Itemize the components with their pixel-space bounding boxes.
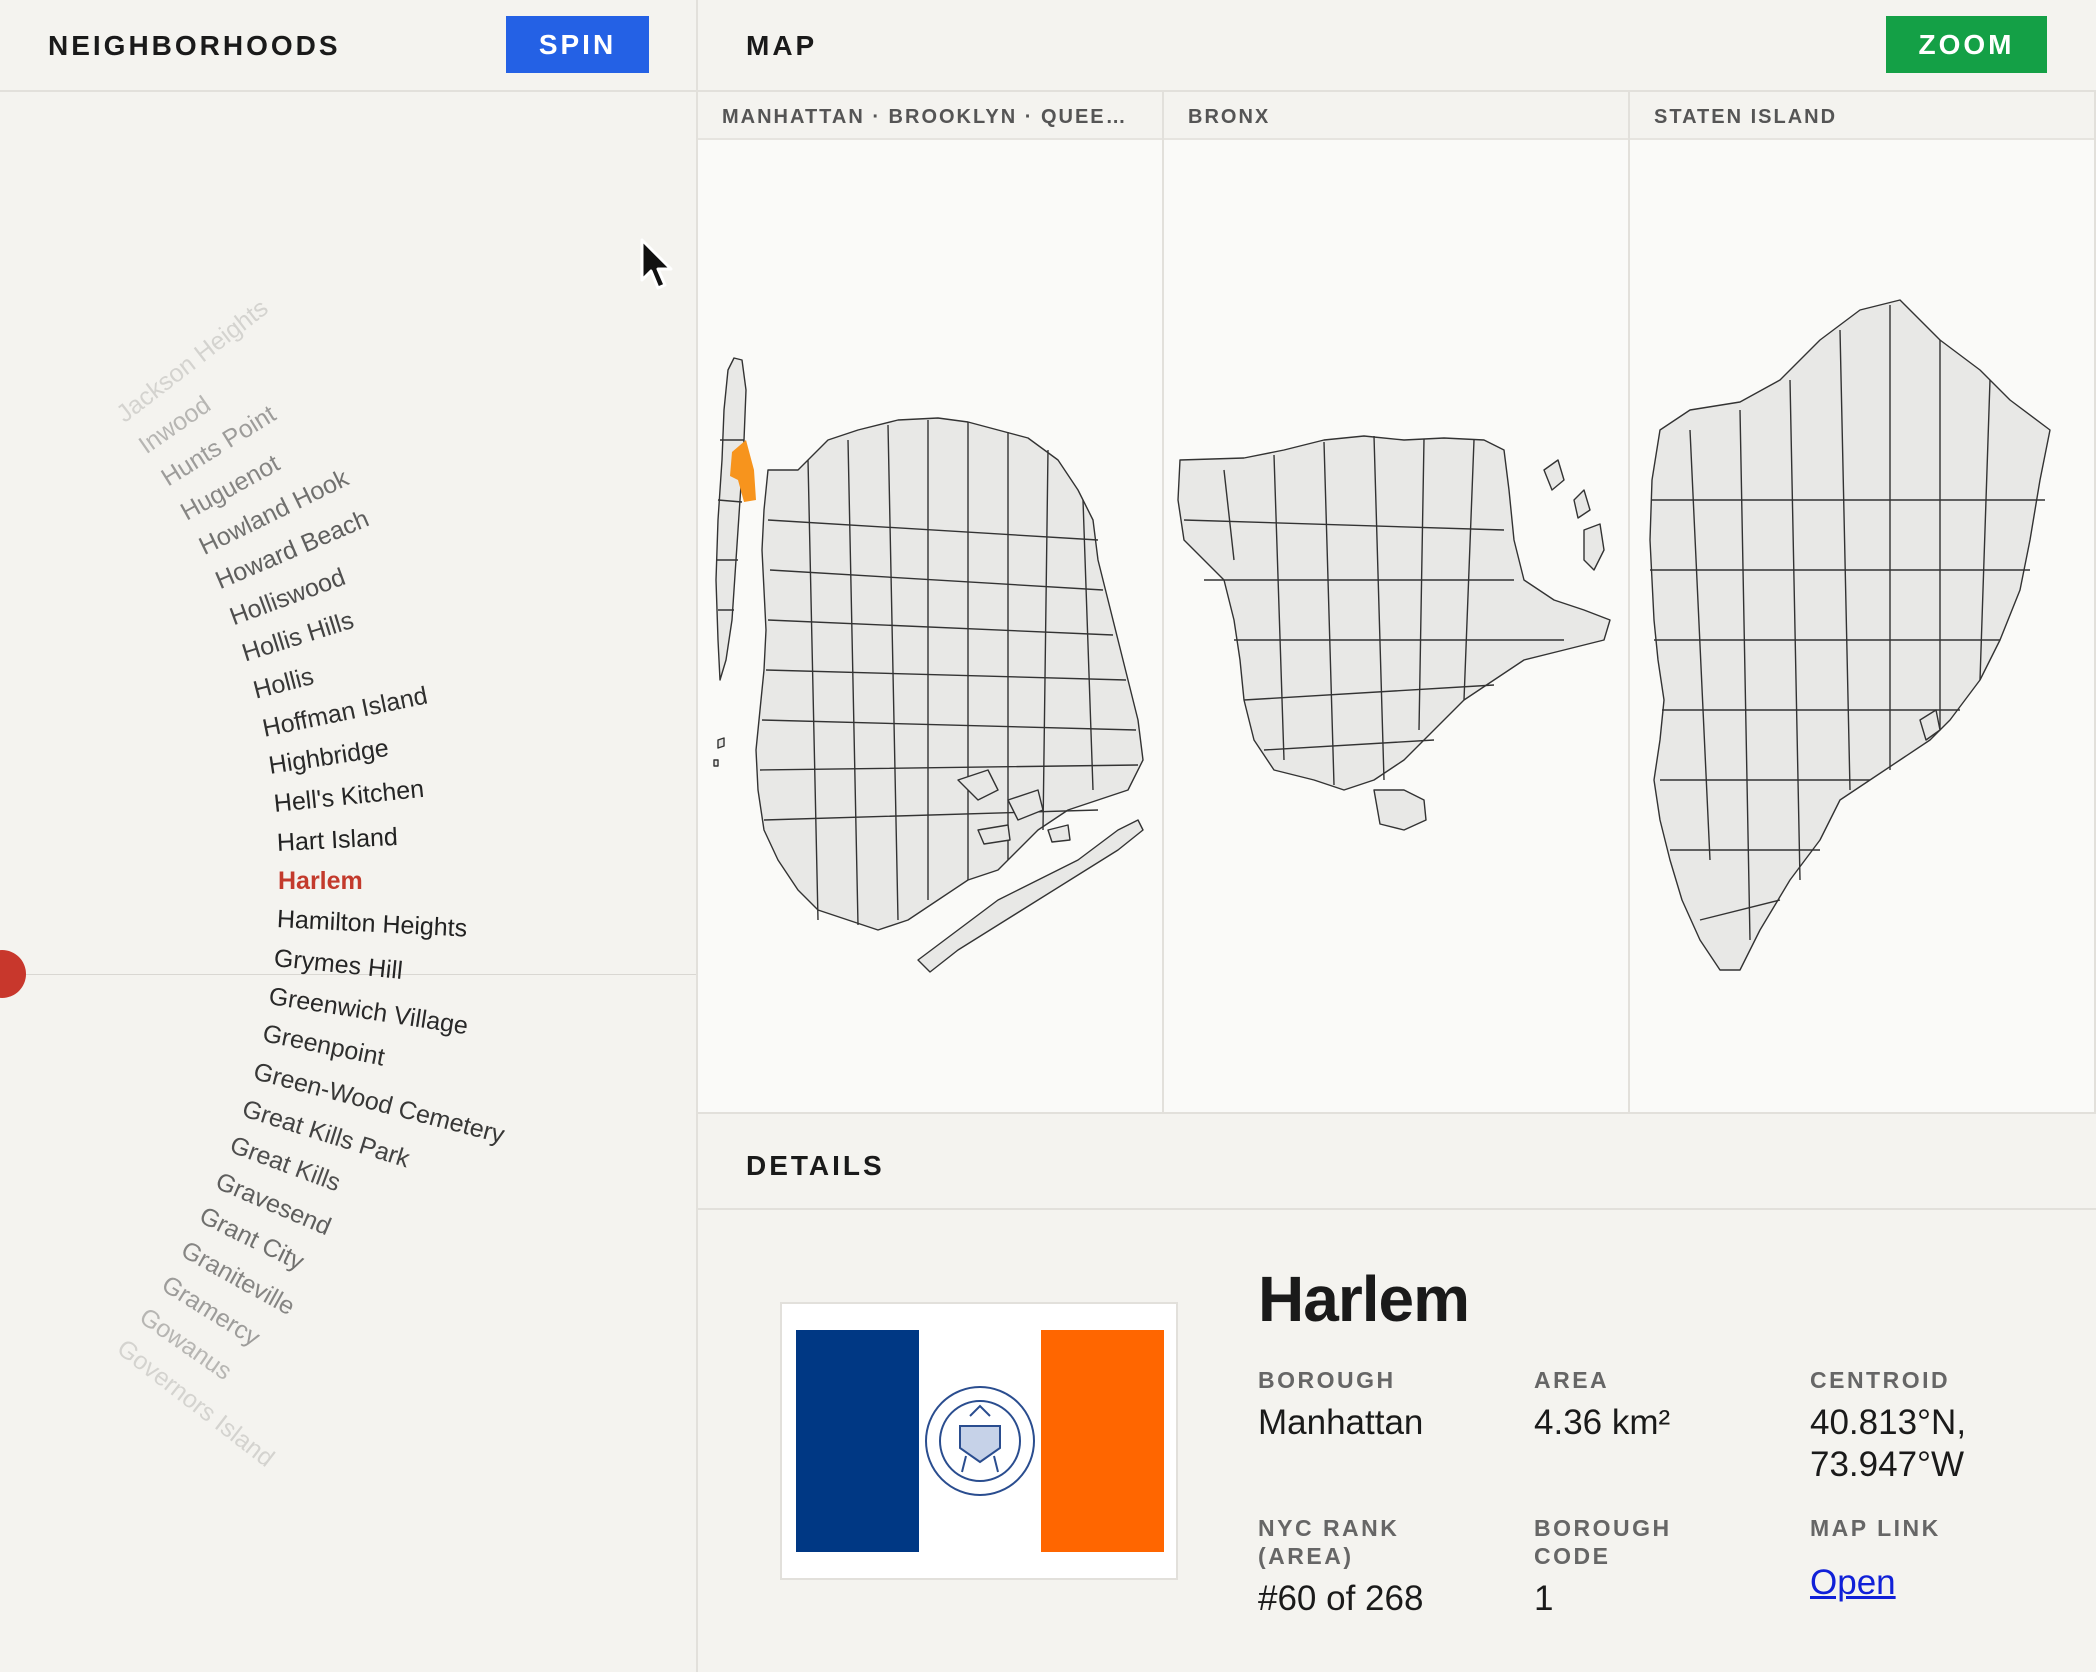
wheel-item[interactable]: Grymes Hill xyxy=(273,944,404,986)
map-link-open[interactable]: Open xyxy=(1810,1563,1896,1602)
details-title: DETAILS xyxy=(746,1150,885,1181)
map-panel-staten-island[interactable]: STATEN ISLAND xyxy=(1630,92,2096,1112)
wheel-item[interactable]: Highbridge xyxy=(267,734,391,781)
bronx-map[interactable] xyxy=(1164,140,1630,1112)
mbq-map[interactable] xyxy=(698,140,1164,1112)
spin-button[interactable]: SPIN xyxy=(506,16,649,73)
neighborhood-name: Harlem xyxy=(1258,1263,1470,1335)
map-panel-manhattan-brooklyn-queens[interactable]: MANHATTAN · BROOKLYN · QUEE… xyxy=(698,92,1164,1112)
wheel-item[interactable]: Hollis xyxy=(250,662,316,705)
area-field: AREA 4.36 km² xyxy=(1534,1366,1670,1444)
map-title: MAP xyxy=(746,30,818,61)
details-header: DETAILS xyxy=(698,1112,2096,1210)
manhattan-flag-icon xyxy=(796,1330,1164,1552)
neighborhood-wheel[interactable]: Jackson Heights Inwood Hunts Point Huguenot… xyxy=(0,92,696,1672)
panel-header: MANHATTAN · BROOKLYN · QUEE… xyxy=(698,92,1162,140)
centroid-value: 40.813°N, 73.947°W xyxy=(1810,1402,1966,1486)
rank-label-line2: (AREA) xyxy=(1258,1543,1354,1569)
panel-label: MANHATTAN · BROOKLYN · QUEE… xyxy=(722,106,1128,128)
zoom-button[interactable]: ZOOM xyxy=(1886,16,2047,73)
area-label: AREA xyxy=(1534,1367,1610,1393)
panel-label: STATEN ISLAND xyxy=(1654,106,1838,128)
neighborhoods-panel: NEIGHBORHOODS SPIN Jackson Heights Inwood… xyxy=(0,0,698,1672)
borough-label: BOROUGH xyxy=(1258,1367,1396,1393)
rank-field: NYC RANK (AREA) #60 of 268 xyxy=(1258,1514,1423,1620)
centroid-label: CENTROID xyxy=(1810,1367,1951,1393)
centroid-field: CENTROID 40.813°N, 73.947°W xyxy=(1810,1366,1966,1486)
panel-header: BRONX xyxy=(1164,92,1628,140)
wheel-pointer-dot xyxy=(0,950,26,998)
map-panel-bronx[interactable]: BRONX xyxy=(1164,92,1630,1112)
area-value: 4.36 km² xyxy=(1534,1403,1671,1442)
staten-island-map[interactable] xyxy=(1630,140,2096,1112)
map-link-field: MAP LINK Open xyxy=(1810,1514,1941,1604)
borough-flag-card xyxy=(780,1302,1178,1580)
rank-value: #60 of 268 xyxy=(1258,1579,1424,1618)
centroid-lon: 73.947°W xyxy=(1810,1445,1965,1484)
borough-value: Manhattan xyxy=(1258,1403,1424,1442)
borough-code-label-line2: CODE xyxy=(1534,1543,1611,1569)
mouse-cursor-icon xyxy=(640,238,673,290)
map-link-wrap: Open xyxy=(1810,1562,1941,1604)
neighborhoods-title: NEIGHBORHOODS xyxy=(48,30,341,61)
wheel-item[interactable]: Hamilton Heights xyxy=(276,905,468,944)
panel-label: BRONX xyxy=(1188,106,1271,128)
borough-code-label: BOROUGH CODE xyxy=(1534,1514,1672,1570)
neighborhoods-header: NEIGHBORHOODS SPIN xyxy=(0,0,696,92)
rank-label: NYC RANK (AREA) xyxy=(1258,1514,1423,1570)
wheel-item[interactable]: Hell's Kitchen xyxy=(273,775,426,819)
panel-header: STATEN ISLAND xyxy=(1630,92,2094,140)
map-link-label: MAP LINK xyxy=(1810,1515,1941,1541)
borough-field: BOROUGH Manhattan xyxy=(1258,1366,1423,1444)
wheel-item[interactable]: Hart Island xyxy=(276,823,398,858)
rank-label-line1: NYC RANK xyxy=(1258,1515,1400,1541)
borough-code-field: BOROUGH CODE 1 xyxy=(1534,1514,1672,1620)
borough-code-value: 1 xyxy=(1534,1579,1554,1618)
centroid-lat: 40.813°N, xyxy=(1810,1403,1967,1442)
borough-code-label-line1: BOROUGH xyxy=(1534,1515,1672,1541)
wheel-item[interactable]: Harlem xyxy=(278,867,363,896)
